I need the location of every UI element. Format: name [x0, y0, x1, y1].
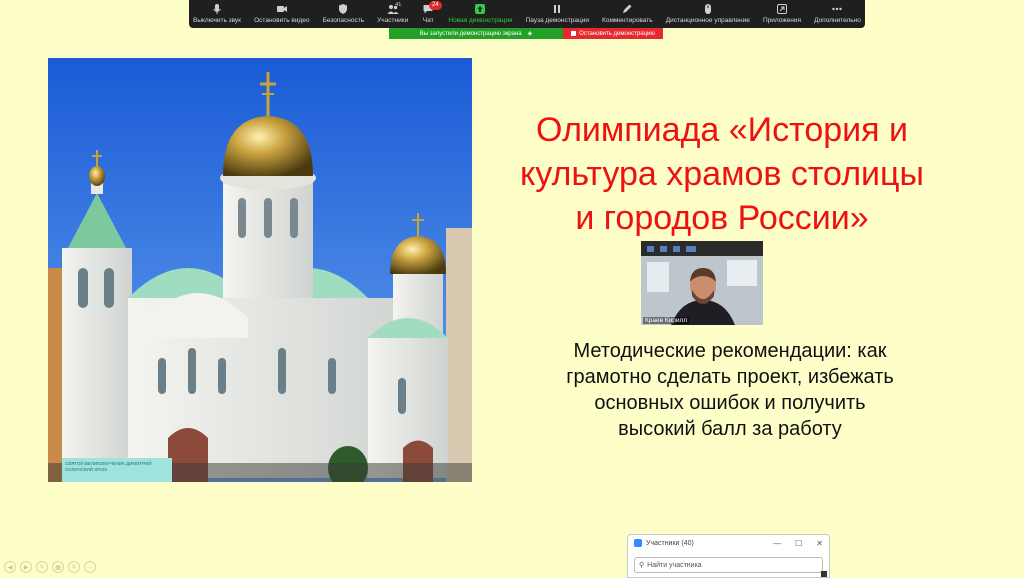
- annotate-button[interactable]: Комментировать: [602, 0, 653, 24]
- remote-control-button[interactable]: Дистанционное управление: [666, 0, 750, 24]
- share-arrow-icon: [473, 3, 487, 15]
- security-label: Безопасность: [322, 17, 365, 24]
- slides-grid-icon[interactable]: ▦: [52, 561, 64, 573]
- share-status: Вы запустили демонстрацию экрана ◈: [389, 28, 563, 39]
- participant-search-input[interactable]: ⚲ Найти участника: [634, 557, 823, 573]
- share-status-text: Вы запустили демонстрацию экрана: [419, 30, 522, 37]
- minimize-view-icon[interactable]: [647, 245, 654, 252]
- participants-button[interactable]: 41 Участники: [377, 0, 408, 24]
- window-controls: — ☐ ✕: [773, 539, 823, 548]
- minimize-button[interactable]: —: [773, 539, 781, 548]
- church-photo: СВЯТОЙ ВЕЛИКОМУЧЕНИК ДИМИТРИЙ СОЛУНСКИЙ …: [48, 58, 472, 482]
- share-status-bar: Вы запустили демонстрацию экрана ◈ Остан…: [389, 28, 663, 39]
- shield-check-icon[interactable]: ◈: [528, 30, 533, 37]
- zoom-app-icon: [634, 539, 642, 547]
- stop-video-button[interactable]: Остановить видео: [254, 0, 310, 24]
- camera-icon: [275, 3, 289, 15]
- mute-button[interactable]: Выключить звук: [193, 0, 241, 24]
- microphone-icon: [210, 3, 224, 15]
- pause-share-label: Пауза демонстрации: [525, 17, 589, 24]
- slide-subtitle: Методические рекомендации: как грамотно …: [500, 338, 960, 442]
- more-label: Дополнительно: [814, 17, 861, 24]
- next-slide-icon[interactable]: ▶: [20, 561, 32, 573]
- shield-icon: [336, 3, 350, 15]
- maximize-button[interactable]: ☐: [795, 539, 802, 548]
- pause-icon: [550, 3, 564, 15]
- annotate-label: Комментировать: [602, 17, 653, 24]
- stop-video-label: Остановить видео: [254, 17, 310, 24]
- chat-button[interactable]: 24 Чат: [421, 0, 442, 24]
- participant-name: Краев Кирилл: [643, 317, 690, 324]
- close-button[interactable]: ✕: [816, 539, 823, 548]
- hide-video-icon[interactable]: [686, 245, 696, 252]
- video-thumbnail[interactable]: Краев Кирилл: [641, 241, 763, 325]
- more-options-icon[interactable]: …: [84, 561, 96, 573]
- more-dots-icon: [830, 3, 844, 15]
- participants-count: 41: [395, 2, 402, 8]
- apps-icon: [775, 3, 789, 15]
- title-line: Олимпиада «История и: [536, 111, 908, 149]
- more-button[interactable]: Дополнительно: [814, 0, 861, 24]
- remote-control-label: Дистанционное управление: [665, 17, 750, 24]
- stop-square-icon: [571, 31, 577, 36]
- subtitle-line: Методические рекомендации: как: [573, 340, 887, 362]
- speaker-illustration: [641, 256, 763, 325]
- apps-button[interactable]: Приложения: [763, 0, 801, 24]
- subtitle-line: основных ошибок и получить: [594, 392, 866, 414]
- apps-label: Приложения: [762, 17, 801, 24]
- title-line: и городов России»: [575, 199, 869, 237]
- previous-slide-icon[interactable]: ◀: [4, 561, 16, 573]
- title-line: культура храмов столицы: [520, 155, 924, 193]
- subtitle-line: грамотно сделать проект, избежать: [566, 366, 894, 388]
- scrollbar-thumb[interactable]: [821, 571, 827, 577]
- slideshow-controls: ◀ ▶ ✎ ▦ ⚲ …: [4, 561, 96, 573]
- participants-label: Участники: [377, 17, 409, 24]
- mute-label: Выключить звук: [193, 17, 242, 24]
- participants-window[interactable]: Участники (40) — ☐ ✕ ⚲ Найти участника: [627, 534, 830, 578]
- chat-badge: 24: [429, 1, 442, 10]
- search-placeholder: Найти участника: [647, 561, 702, 569]
- participant-video: Краев Кирилл: [641, 256, 763, 325]
- gallery-view-icon[interactable]: [673, 245, 680, 252]
- participants-title: Участники (40): [646, 539, 694, 547]
- security-button[interactable]: Безопасность: [323, 0, 364, 24]
- participants-titlebar[interactable]: Участники (40) — ☐ ✕: [628, 535, 829, 551]
- video-view-controls: [641, 241, 763, 256]
- slide-title: Олимпиада «История и культура храмов сто…: [472, 108, 972, 240]
- pen-icon[interactable]: ✎: [36, 561, 48, 573]
- zoom-toolbar: Выключить звук Остановить видео Безопасн…: [189, 0, 865, 28]
- subtitle-line: высокий балл за работу: [618, 418, 842, 440]
- new-share-button[interactable]: Новая демонстрация: [448, 0, 512, 24]
- pause-share-button[interactable]: Пауза демонстрации: [526, 0, 589, 24]
- church-illustration: [48, 58, 472, 482]
- single-view-icon[interactable]: [660, 245, 667, 252]
- new-share-label: Новая демонстрация: [448, 17, 513, 24]
- zoom-slide-icon[interactable]: ⚲: [68, 561, 80, 573]
- stop-share-label: Остановить демонстрацию: [579, 30, 655, 37]
- search-icon: ⚲: [639, 562, 645, 569]
- pencil-icon: [620, 3, 634, 15]
- stop-share-button[interactable]: Остановить демонстрацию: [563, 28, 663, 39]
- mouse-icon: [701, 3, 715, 15]
- chat-label: Чат: [422, 17, 434, 24]
- church-name-plate: СВЯТОЙ ВЕЛИКОМУЧЕНИК ДИМИТРИЙ СОЛУНСКИЙ …: [62, 458, 172, 482]
